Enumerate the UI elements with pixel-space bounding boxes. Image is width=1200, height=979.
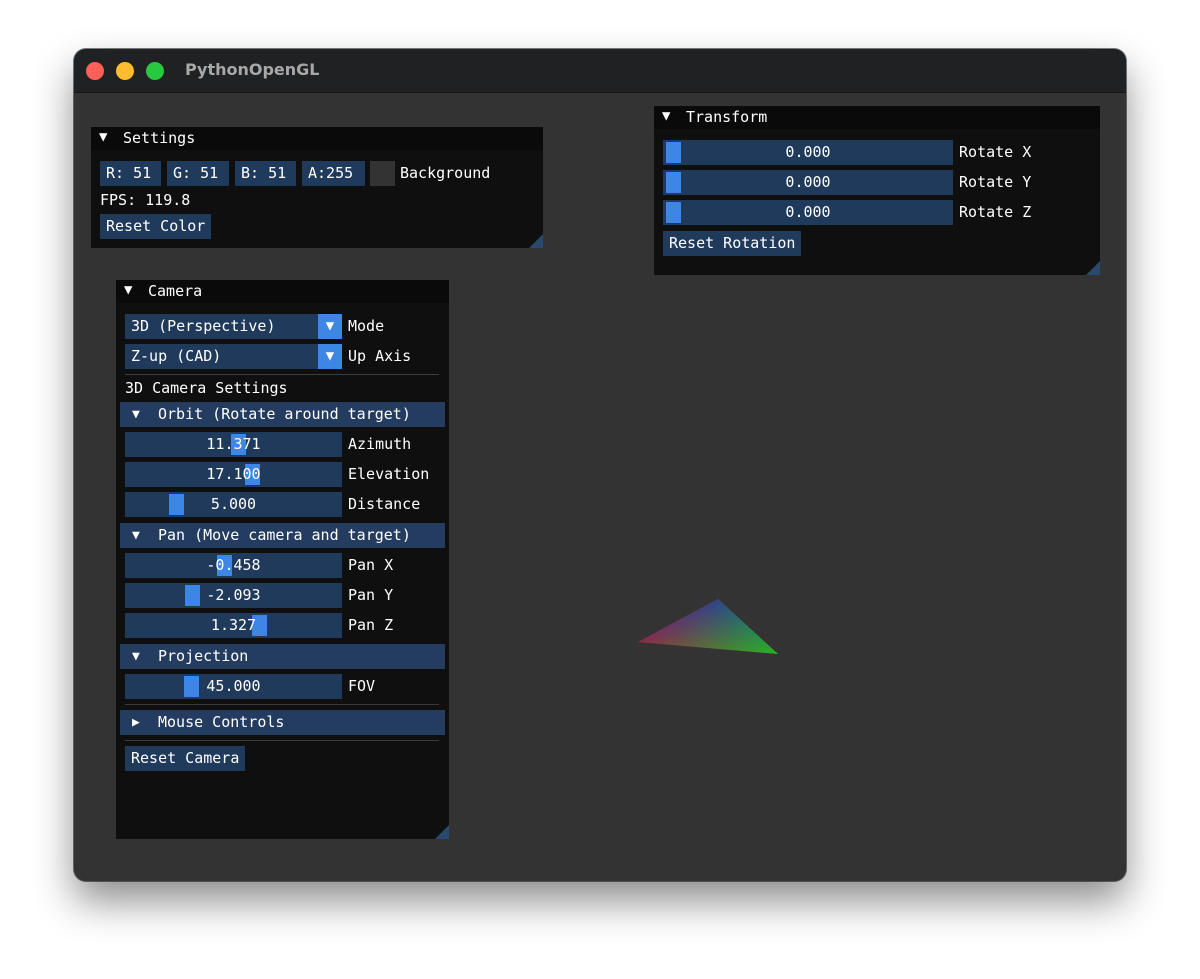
pan-y-label: Pan Y (348, 586, 394, 604)
blue-channel-field[interactable]: B: 51 (235, 161, 296, 186)
separator (125, 704, 439, 705)
green-channel-field[interactable]: G: 51 (167, 161, 229, 186)
collapse-arrow-icon: ▼ (132, 649, 140, 664)
mode-value: 3D (Perspective) (131, 317, 276, 335)
reset-rotation-button[interactable]: Reset Rotation (663, 231, 802, 256)
reset-color-button[interactable]: Reset Color (100, 214, 212, 239)
up-axis-value: Z-up (CAD) (131, 347, 222, 365)
separator (125, 740, 439, 741)
maximize-button[interactable] (146, 62, 164, 80)
collapse-arrow-icon[interactable]: ▼ (99, 129, 107, 145)
resize-grip-icon[interactable] (1086, 261, 1100, 275)
settings-panel: ▼ Settings R: 51 G: 51 B: 51 A:255 Backg… (91, 127, 543, 248)
pan-y-slider[interactable]: -2.093 (125, 583, 342, 608)
pan-x-label: Pan X (348, 556, 394, 574)
up-axis-dropdown[interactable]: Z-up (CAD) ▼ (125, 344, 342, 369)
reset-camera-button[interactable]: Reset Camera (125, 746, 246, 771)
rotate-z-slider[interactable]: 0.000 (663, 200, 953, 225)
distance-label: Distance (348, 495, 421, 513)
app-window: PythonOpenGL ▼ Settings R: 51 G: 51 B: 5… (74, 49, 1126, 881)
rotate-x-slider[interactable]: 0.000 (663, 140, 953, 165)
mouse-controls-section-header[interactable]: ▶ Mouse Controls (120, 710, 445, 735)
fov-label: FOV (348, 677, 376, 695)
gl-viewport[interactable]: ▼ Settings R: 51 G: 51 B: 51 A:255 Backg… (74, 92, 1126, 881)
camera-settings-heading: 3D Camera Settings (125, 379, 288, 397)
mode-dropdown[interactable]: 3D (Perspective) ▼ (125, 314, 342, 339)
transform-panel: ▼ Transform 0.000 Rotate X 0.000 Rotate … (654, 106, 1100, 275)
distance-slider[interactable]: 5.000 (125, 492, 342, 517)
fps-readout: FPS: 119.8 (100, 191, 191, 209)
background-color-swatch[interactable] (370, 161, 395, 186)
elevation-label: Elevation (348, 465, 430, 483)
fov-slider[interactable]: 45.000 (125, 674, 342, 699)
orbit-section-header[interactable]: ▼ Orbit (Rotate around target) (120, 402, 445, 427)
transform-panel-title-bar[interactable]: ▼ Transform (654, 106, 1100, 129)
window-title: PythonOpenGL (185, 60, 320, 79)
up-axis-label: Up Axis (348, 347, 412, 365)
settings-panel-title-bar[interactable]: ▼ Settings (91, 127, 543, 150)
rendered-triangle (638, 599, 778, 654)
rotate-z-label: Rotate Z (959, 203, 1032, 221)
camera-panel: ▼ Camera 3D (Perspective) ▼ Mode Z-up (C… (116, 280, 449, 839)
camera-panel-title-bar[interactable]: ▼ Camera (116, 280, 449, 303)
settings-panel-title: Settings (123, 129, 196, 147)
transform-panel-title: Transform (686, 108, 768, 126)
collapse-arrow-icon: ▼ (132, 407, 140, 422)
azimuth-slider[interactable]: 11.371 (125, 432, 342, 457)
rotate-y-slider[interactable]: 0.000 (663, 170, 953, 195)
resize-grip-icon[interactable] (529, 234, 543, 248)
collapse-arrow-icon: ▼ (132, 528, 140, 543)
rotate-x-label: Rotate X (959, 143, 1032, 161)
title-bar: PythonOpenGL (74, 49, 1126, 93)
alpha-channel-field[interactable]: A:255 (302, 161, 365, 186)
close-button[interactable] (86, 62, 104, 80)
projection-section-header[interactable]: ▼ Projection (120, 644, 445, 669)
elevation-slider[interactable]: 17.100 (125, 462, 342, 487)
azimuth-label: Azimuth (348, 435, 412, 453)
mode-label: Mode (348, 317, 385, 335)
red-channel-field[interactable]: R: 51 (100, 161, 161, 186)
pan-z-label: Pan Z (348, 616, 394, 634)
resize-grip-icon[interactable] (435, 825, 449, 839)
pan-z-slider[interactable]: 1.327 (125, 613, 342, 638)
camera-panel-title: Camera (148, 282, 203, 300)
background-label: Background (400, 164, 491, 182)
pan-section-header[interactable]: ▼ Pan (Move camera and target) (120, 523, 445, 548)
minimize-button[interactable] (116, 62, 134, 80)
chevron-down-icon[interactable]: ▼ (318, 344, 342, 369)
pan-x-slider[interactable]: -0.458 (125, 553, 342, 578)
collapse-arrow-icon[interactable]: ▼ (124, 282, 132, 298)
separator (125, 374, 439, 375)
collapse-arrow-icon[interactable]: ▼ (662, 108, 670, 124)
rotate-y-label: Rotate Y (959, 173, 1032, 191)
expand-arrow-icon: ▶ (132, 715, 140, 730)
chevron-down-icon[interactable]: ▼ (318, 314, 342, 339)
